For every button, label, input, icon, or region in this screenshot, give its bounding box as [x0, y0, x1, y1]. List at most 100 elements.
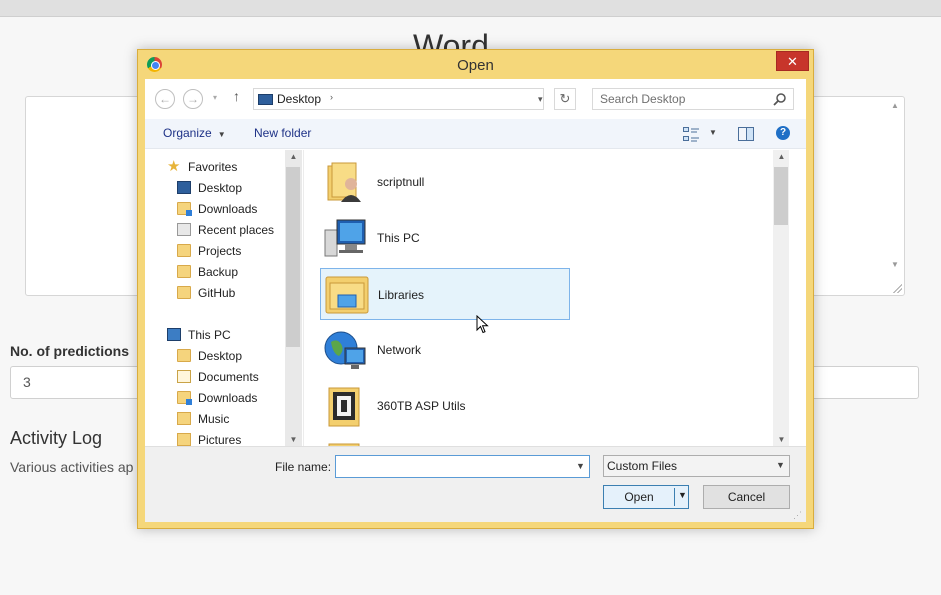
nav-item-label: Pictures — [198, 433, 242, 446]
nav-item-label: Music — [198, 412, 230, 426]
chevron-down-icon: ▼ — [776, 460, 785, 470]
computer-icon — [324, 219, 366, 257]
up-button[interactable]: ↑ — [233, 88, 240, 104]
activity-log-title: Activity Log — [10, 428, 103, 448]
address-bar[interactable]: Desktop › ▾ — [253, 88, 544, 110]
split-divider — [674, 488, 675, 506]
open-file-dialog: Open ✕ ← → ▾ ↑ Desktop › ▾ ↻ Search Desk… — [137, 49, 814, 529]
textarea-scrollbar[interactable]: ▲ ▼ — [888, 99, 902, 269]
libraries-icon — [325, 276, 369, 314]
search-icon[interactable] — [773, 92, 787, 106]
nav-item-label: Downloads — [198, 202, 258, 216]
file-item-360tb-asp-utils[interactable]: 360TB ASP Utils — [320, 380, 570, 432]
chevron-down-icon: ▼ — [709, 128, 717, 137]
change-view-button[interactable]: ▼ — [683, 127, 719, 143]
file-item-scriptnull[interactable]: scriptnull — [320, 156, 570, 208]
dialog-title: Open — [457, 57, 494, 74]
file-item-network[interactable]: Network — [320, 324, 570, 376]
nav-group-label: This PC — [188, 328, 231, 342]
open-button[interactable]: Open ▼ — [603, 485, 689, 509]
chevron-down-icon[interactable]: ▼ — [576, 461, 585, 471]
nav-item-label: Backup — [198, 265, 239, 279]
close-button[interactable]: ✕ — [776, 51, 809, 71]
new-folder-button[interactable]: New folder — [254, 126, 311, 140]
folder-icon — [177, 349, 191, 362]
folder-icon — [328, 387, 360, 427]
folder-icon — [177, 286, 191, 299]
scroll-up-icon[interactable]: ▲ — [285, 152, 302, 161]
file-list-scrollbar[interactable]: ▲ ▼ — [773, 150, 789, 446]
dialog-client: ← → ▾ ↑ Desktop › ▾ ↻ Organize ▼ — [145, 79, 806, 522]
preview-pane-icon[interactable] — [738, 127, 754, 141]
address-location[interactable]: Desktop — [277, 92, 321, 106]
scroll-thumb[interactable] — [774, 167, 788, 225]
nav-item-label: Recent places — [198, 223, 275, 237]
forward-button[interactable]: → — [183, 89, 203, 109]
file-item-this-pc[interactable]: This PC — [320, 212, 570, 264]
nav-item-label: Downloads — [198, 391, 258, 405]
file-item-partial[interactable] — [320, 436, 570, 446]
network-icon — [324, 331, 366, 369]
nav-item-label: Documents — [198, 370, 259, 384]
search-box[interactable] — [592, 88, 794, 110]
refresh-button[interactable]: ↻ — [554, 88, 576, 110]
scroll-up-icon[interactable]: ▲ — [891, 101, 899, 110]
help-icon[interactable]: ? — [776, 126, 790, 140]
nav-group-label: Favorites — [188, 160, 238, 174]
nav-item-label: GitHub — [198, 286, 236, 300]
file-name-input[interactable] — [336, 456, 572, 477]
resize-grip-icon[interactable] — [892, 283, 902, 293]
user-folder-icon — [327, 162, 361, 202]
address-dropdown-icon[interactable]: ▾ — [538, 94, 543, 105]
resize-grip-icon[interactable]: ⋰ — [793, 510, 803, 520]
file-name-combobox[interactable]: ▼ — [335, 455, 590, 478]
file-item-libraries[interactable]: Libraries — [320, 268, 570, 320]
file-type-value: Custom Files — [607, 459, 678, 473]
cancel-button[interactable]: Cancel — [703, 485, 790, 509]
music-icon — [177, 412, 191, 425]
downloads-folder-icon — [177, 391, 192, 405]
command-bar: Organize ▼ New folder ▼ ? — [145, 119, 806, 149]
file-name: 360TB ASP Utils — [377, 399, 466, 413]
activity-log-text: Various activities ap — [10, 459, 134, 475]
file-name-label: File name: — [275, 460, 332, 474]
open-button-label: Open — [624, 490, 654, 504]
breadcrumb-chevron-icon[interactable]: › — [330, 92, 333, 102]
dialog-title-bar[interactable]: Open ✕ — [138, 50, 813, 79]
file-name: Libraries — [378, 288, 425, 302]
file-name: Network — [377, 343, 422, 357]
scroll-down-icon[interactable]: ▼ — [285, 435, 302, 444]
star-icon: ★ — [167, 158, 181, 175]
file-list: scriptnull This PC Libraries Network 360… — [303, 150, 789, 446]
search-input[interactable] — [593, 89, 771, 109]
chevron-down-icon[interactable]: ▼ — [678, 490, 687, 500]
organize-menu[interactable]: Organize ▼ — [163, 126, 226, 140]
documents-icon — [177, 370, 191, 383]
file-type-select[interactable]: Custom Files ▼ — [603, 455, 790, 477]
organize-label: Organize — [163, 126, 212, 140]
address-row: ← → ▾ ↑ Desktop › ▾ ↻ — [145, 79, 806, 119]
view-details-icon — [683, 127, 699, 142]
scroll-down-icon[interactable]: ▼ — [891, 260, 899, 269]
desktop-icon — [258, 94, 273, 105]
mouse-cursor-icon — [476, 315, 489, 334]
nav-pane-scrollbar[interactable]: ▲ ▼ — [285, 150, 302, 446]
desktop-icon — [177, 181, 191, 194]
file-name: This PC — [377, 231, 420, 245]
pictures-icon — [177, 433, 191, 446]
scroll-thumb[interactable] — [286, 167, 300, 347]
file-name: scriptnull — [377, 175, 425, 189]
scroll-down-icon[interactable]: ▼ — [773, 435, 789, 444]
chevron-down-icon: ▼ — [217, 130, 226, 139]
recent-places-icon — [177, 223, 191, 236]
computer-icon — [167, 328, 181, 341]
predictions-label: No. of predictions — [10, 343, 129, 359]
nav-item-label: Desktop — [198, 349, 243, 363]
folder-icon — [177, 265, 191, 278]
nav-item-label: Projects — [198, 244, 242, 258]
recent-locations-chevron-icon[interactable]: ▾ — [213, 93, 217, 102]
back-button[interactable]: ← — [155, 89, 175, 109]
scroll-up-icon[interactable]: ▲ — [773, 152, 789, 161]
folder-icon — [177, 244, 191, 257]
dialog-footer: File name: ▼ Custom Files ▼ Open ▼ Cance… — [145, 446, 806, 522]
